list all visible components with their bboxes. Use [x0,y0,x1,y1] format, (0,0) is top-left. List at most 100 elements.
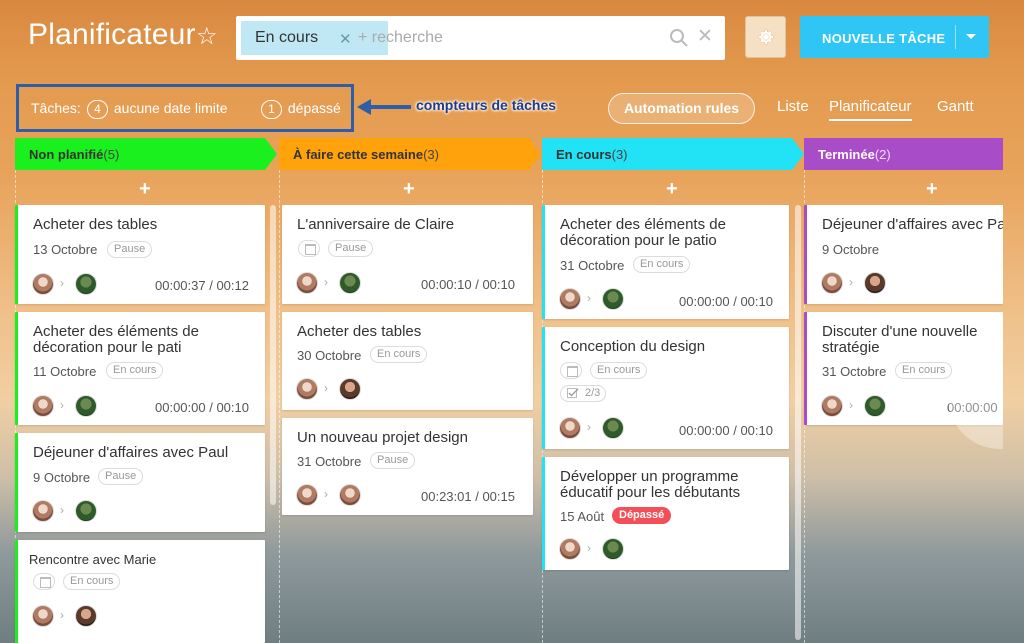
avatar[interactable] [339,484,361,506]
avatar[interactable] [75,500,97,522]
calendar-icon[interactable] [33,573,55,590]
task-card[interactable]: Rencontre avec Marie En cours › [15,540,265,643]
task-title[interactable]: Discuter d'une nouvelle stratégie [822,324,977,356]
search-input[interactable]: + recherche [358,29,443,47]
stage-header-unplanned[interactable]: Non planifié(5) [15,138,277,170]
avatar[interactable] [559,538,581,560]
status-badge: Pause [370,452,416,469]
calendar-icon[interactable] [560,362,582,379]
overdue-counter[interactable]: 1 dépassé [259,100,341,119]
task-deadline[interactable]: 13 Octobre [33,242,97,257]
task-title[interactable]: Acheter des éléments de décoration pour l… [560,217,726,249]
task-deadline[interactable]: 30 Octobre [297,348,361,363]
add-task-button[interactable]: + [403,178,415,201]
task-timer: 00:00:00 / 00:10 [679,423,773,438]
task-card[interactable]: Acheter des tables 30 Octobre En cours › [282,312,533,410]
calendar-icon[interactable] [298,240,320,257]
stage-header-in-progress[interactable]: En cours(3) [542,138,804,170]
avatar[interactable] [602,288,624,310]
no-deadline-counter[interactable]: 4 aucune date limite [85,100,228,119]
task-title[interactable]: Déjeuner d'affaires avec Pa [822,217,1003,233]
task-title[interactable]: Un nouveau projet design [297,430,468,446]
task-title[interactable]: Développer un programme éducatif pour les… [560,469,740,501]
task-title[interactable]: Conception du design [560,339,705,355]
search-icon[interactable] [668,27,690,49]
scrollbar[interactable] [795,205,801,640]
avatar[interactable] [32,500,54,522]
task-title[interactable]: Acheter des tables [297,324,421,340]
avatar[interactable] [559,288,581,310]
avatar[interactable] [559,417,581,439]
avatar[interactable] [296,272,318,294]
avatar[interactable] [296,484,318,506]
task-deadline[interactable]: 9 Octobre [33,470,90,485]
star-icon[interactable]: ☆ [196,22,218,51]
tab-list[interactable]: Liste [777,98,809,115]
automation-rules-button[interactable]: Automation rules [608,93,755,124]
tab-gantt[interactable]: Gantt [937,98,974,115]
task-title-line: Discuter d'une nouvelle [822,323,978,340]
search-bar[interactable]: En cours ✕ + recherche ✕ [236,16,725,60]
task-card[interactable]: Déjeuner d'affaires avec Paul 9 Octobre … [15,433,265,532]
task-title-line: éducatif pour les débutants [560,484,741,501]
chevron-right-icon: › [60,503,64,517]
new-task-button[interactable]: NOUVELLE TÂCHE [800,16,989,58]
chevron-down-icon[interactable] [966,34,976,39]
avatar[interactable] [75,605,97,627]
avatar[interactable] [75,273,97,295]
avatar[interactable] [75,395,97,417]
task-deadline[interactable]: 31 Octobre [297,454,361,469]
add-task-button[interactable]: + [926,178,938,201]
task-card[interactable]: Un nouveau projet design 31 Octobre Paus… [282,418,533,515]
avatar[interactable] [821,395,843,417]
task-card[interactable]: Acheter des tables 13 Octobre Pause › 00… [15,205,265,304]
avatar[interactable] [32,273,54,295]
chevron-right-icon: › [324,487,328,501]
avatar[interactable] [32,395,54,417]
tab-planner[interactable]: Planificateur [829,98,912,121]
avatar[interactable] [339,272,361,294]
avatar[interactable] [32,605,54,627]
status-badge: Pause [98,468,144,485]
task-card[interactable]: Déjeuner d'affaires avec Pa 9 Octobre › [804,205,1003,304]
avatar[interactable] [821,272,843,294]
chevron-right-icon: › [587,291,591,305]
task-title[interactable]: Acheter des tables [33,217,157,233]
task-title[interactable]: Acheter des éléments de décoration pour l… [33,324,199,356]
task-deadline[interactable]: 9 Octobre [822,242,879,257]
overdue-badge: Dépassé [612,507,672,524]
task-deadline[interactable]: 31 Octobre [560,258,624,273]
avatar[interactable] [296,378,318,400]
task-card[interactable]: Acheter des éléments de décoration pour l… [15,312,265,425]
clear-icon[interactable]: ✕ [697,25,713,48]
task-card[interactable]: Conception du design En cours 2/3 › 00:0… [542,327,789,449]
stage-header-this-week[interactable]: À faire cette semaine(3) [279,138,541,170]
avatar[interactable] [864,272,886,294]
task-title[interactable]: L'anniversaire de Claire [297,217,454,233]
chevron-right-icon: › [60,608,64,622]
avatar[interactable] [339,378,361,400]
stage-arrow [529,138,541,170]
avatar[interactable] [602,417,624,439]
task-title[interactable]: Déjeuner d'affaires avec Paul [33,445,228,461]
stage-label: En cours(3) [556,147,628,162]
task-deadline[interactable]: 15 Août [560,509,604,524]
avatar[interactable] [864,395,886,417]
status-badge: Pause [107,241,153,258]
task-card[interactable]: L'anniversaire de Claire Pause › 00:00:1… [282,205,533,304]
settings-button[interactable] [745,16,786,58]
avatar[interactable] [602,538,624,560]
add-task-button[interactable]: + [666,178,678,201]
chevron-right-icon: › [60,276,64,290]
stage-header-done[interactable]: Terminée(2) [804,138,1003,170]
task-timer: 00:00:00 / 00:10 [155,400,249,415]
close-icon[interactable]: ✕ [339,30,352,48]
stage-label: Terminée(2) [818,147,891,162]
scrollbar[interactable] [270,205,276,505]
task-deadline[interactable]: 11 Octobre [33,364,96,379]
task-card[interactable]: Développer un programme éducatif pour les… [542,457,789,570]
task-deadline[interactable]: 31 Octobre [822,364,886,379]
task-title[interactable]: Rencontre avec Marie [29,552,156,568]
add-task-button[interactable]: + [139,178,151,201]
task-card[interactable]: Acheter des éléments de décoration pour l… [542,205,789,319]
